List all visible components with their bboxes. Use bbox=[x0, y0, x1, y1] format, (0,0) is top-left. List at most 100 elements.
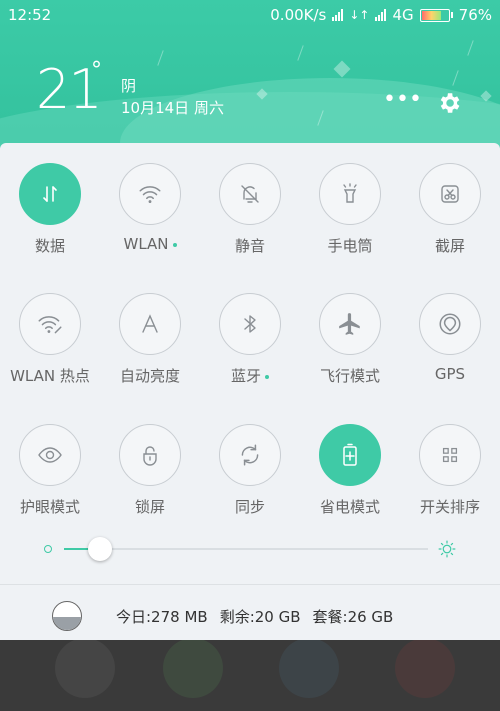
toggle-label-text: 飞行模式 bbox=[319, 367, 380, 385]
status-bar: 12:52 0.00K/s ↓↑ 4G 76% bbox=[0, 0, 500, 30]
status-time: 12:52 bbox=[8, 6, 52, 24]
toggle-button[interactable] bbox=[119, 424, 181, 486]
weather-header: 12:52 0.00K/s ↓↑ 4G 76% 21 ° 阴 10月14日 周六… bbox=[0, 0, 500, 150]
divider bbox=[0, 584, 500, 585]
quick-settings-panel: 今日:278 MB 剩余:20 GB 套餐:26 GB 数据 WLAN 静音 手电筒 截… bbox=[0, 143, 500, 640]
net-speed: 0.00K/s bbox=[270, 6, 327, 24]
toggle-tile[interactable]: 手电筒 bbox=[300, 163, 400, 256]
brightness-low-icon bbox=[44, 545, 52, 553]
toggle-tile[interactable]: 数据 bbox=[0, 163, 100, 256]
toggle-tile[interactable]: 同步 bbox=[200, 424, 300, 517]
toggle-label-text: 数据 bbox=[34, 237, 65, 255]
toggle-tile[interactable]: 静音 bbox=[200, 163, 300, 256]
toggle-tile[interactable]: GPS bbox=[400, 293, 500, 383]
grid-icon bbox=[439, 444, 461, 466]
toggle-label: 蓝牙 bbox=[200, 365, 300, 386]
toggle-tile[interactable]: 护眼模式 bbox=[0, 424, 100, 517]
toggle-button[interactable] bbox=[219, 163, 281, 225]
toggle-label-text: 开关排序 bbox=[419, 498, 480, 516]
rain-streak bbox=[467, 40, 474, 56]
battery-percent: 76% bbox=[458, 6, 492, 24]
toggle-label-text: 手电筒 bbox=[327, 237, 373, 255]
gear-icon[interactable] bbox=[436, 90, 462, 116]
active-dot bbox=[265, 374, 269, 379]
toggle-label: 手电筒 bbox=[300, 235, 400, 256]
toggle-label-text: 蓝牙 bbox=[230, 367, 261, 385]
gps-icon bbox=[437, 311, 463, 337]
auto-brightness-icon bbox=[138, 312, 162, 336]
rain-streak bbox=[452, 70, 459, 86]
toggle-tile[interactable]: 飞行模式 bbox=[300, 293, 400, 386]
toggle-button[interactable] bbox=[219, 293, 281, 355]
toggle-label: 数据 bbox=[0, 235, 100, 256]
toggle-label-text: 锁屏 bbox=[134, 498, 165, 516]
usage-plan: 套餐:26 GB bbox=[312, 608, 394, 626]
toggle-button[interactable] bbox=[319, 163, 381, 225]
toggle-label-text: WLAN bbox=[123, 235, 169, 253]
toggle-label-text: 静音 bbox=[234, 237, 265, 255]
toggle-button[interactable] bbox=[19, 293, 81, 355]
toggle-tile[interactable]: 自动亮度 bbox=[100, 293, 200, 386]
toggle-button[interactable] bbox=[419, 424, 481, 486]
toggle-button[interactable] bbox=[19, 163, 81, 225]
toggle-label-text: WLAN 热点 bbox=[10, 367, 90, 385]
toggle-label-text: 护眼模式 bbox=[19, 498, 80, 516]
diamond-decoration bbox=[333, 60, 351, 78]
toggle-button[interactable] bbox=[19, 424, 81, 486]
toggle-button[interactable] bbox=[419, 293, 481, 355]
toggle-label-text: 自动亮度 bbox=[119, 367, 180, 385]
slider-track bbox=[64, 548, 428, 550]
toggle-label: GPS bbox=[400, 365, 500, 383]
toggle-tile[interactable]: 锁屏 bbox=[100, 424, 200, 517]
toggle-button[interactable] bbox=[119, 163, 181, 225]
toggle-label-text: GPS bbox=[434, 365, 466, 383]
toggle-button[interactable] bbox=[219, 424, 281, 486]
brightness-slider[interactable] bbox=[42, 537, 462, 561]
signal-icon bbox=[332, 9, 344, 21]
toggle-label: 静音 bbox=[200, 235, 300, 256]
app-icon bbox=[163, 640, 223, 698]
toggle-tile[interactable]: 蓝牙 bbox=[200, 293, 300, 386]
toggle-tile[interactable]: 开关排序 bbox=[400, 424, 500, 517]
app-icon bbox=[55, 640, 115, 698]
toggle-label-text: 省电模式 bbox=[319, 498, 380, 516]
toggle-label: 护眼模式 bbox=[0, 496, 100, 517]
data-usage-icon bbox=[52, 601, 82, 631]
flashlight-icon bbox=[338, 182, 362, 206]
active-dot bbox=[172, 242, 177, 247]
toggle-tile[interactable]: 截屏 bbox=[400, 163, 500, 256]
toggle-label: WLAN bbox=[100, 235, 200, 253]
toggle-label-text: 截屏 bbox=[434, 237, 465, 255]
toggle-label: 同步 bbox=[200, 496, 300, 517]
toggle-button[interactable] bbox=[319, 424, 381, 486]
more-icon[interactable]: ••• bbox=[383, 89, 422, 113]
brightness-high-icon bbox=[438, 540, 456, 558]
toggle-button[interactable] bbox=[119, 293, 181, 355]
app-icon bbox=[279, 640, 339, 698]
toggle-button[interactable] bbox=[419, 163, 481, 225]
rain-streak bbox=[157, 50, 164, 66]
toggle-button[interactable] bbox=[319, 293, 381, 355]
rain-streak bbox=[297, 45, 304, 61]
background-apps bbox=[0, 640, 500, 711]
weather-condition: 阴 bbox=[121, 77, 137, 95]
bluetooth-icon bbox=[238, 312, 262, 336]
degree-symbol: ° bbox=[91, 58, 102, 83]
battery-icon bbox=[419, 8, 453, 22]
signal-icon bbox=[375, 9, 387, 21]
toggle-label-text: 同步 bbox=[234, 498, 265, 516]
toggle-tile[interactable]: WLAN bbox=[100, 163, 200, 253]
bell-off-icon bbox=[238, 182, 262, 206]
weather-date: 10月14日 周六 bbox=[121, 99, 224, 117]
toggle-label: WLAN 热点 bbox=[0, 365, 100, 386]
toggle-label: 开关排序 bbox=[400, 496, 500, 517]
slider-thumb[interactable] bbox=[88, 537, 112, 561]
toggle-label: 截屏 bbox=[400, 235, 500, 256]
data-icon bbox=[38, 182, 62, 206]
toggle-tile[interactable]: WLAN 热点 bbox=[0, 293, 100, 386]
usage-remaining: 剩余:20 GB bbox=[219, 608, 301, 626]
data-usage-row[interactable]: 今日:278 MB 剩余:20 GB 套餐:26 GB bbox=[0, 597, 500, 637]
toggle-tile[interactable]: 省电模式 bbox=[300, 424, 400, 517]
battery-saver-icon bbox=[338, 442, 362, 468]
airplane-icon bbox=[337, 311, 363, 337]
